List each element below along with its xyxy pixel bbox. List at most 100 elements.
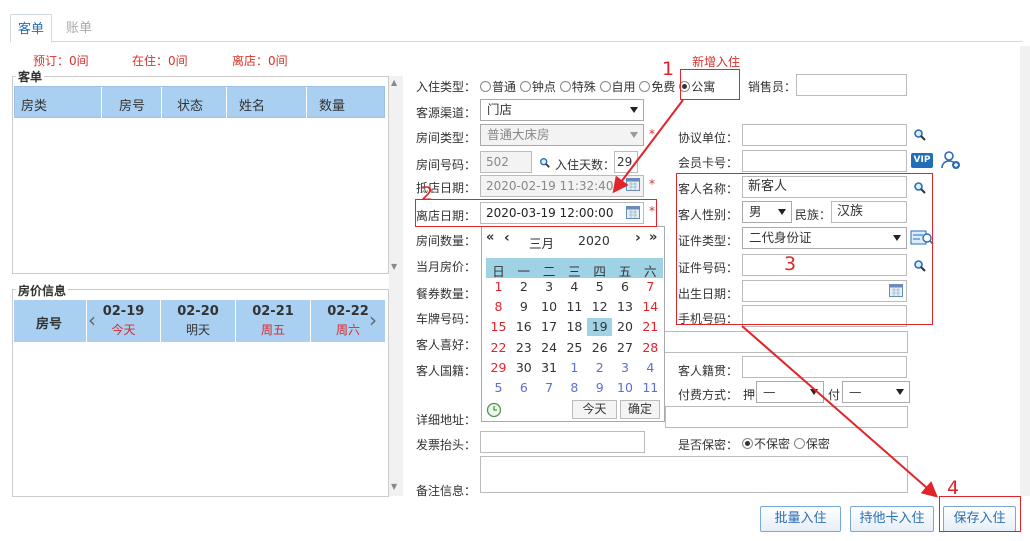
calendar-day[interactable]: 7 (638, 278, 663, 296)
price-day-3: 周五 (260, 323, 285, 337)
calendar-day[interactable]: 14 (638, 298, 663, 316)
calendar-day[interactable]: 5 (587, 278, 612, 296)
origin-input[interactable] (742, 356, 907, 378)
calendar-day[interactable]: 8 (562, 379, 587, 397)
prev-month-icon[interactable]: ‹ (504, 230, 510, 246)
checkin-type-label: 入住类型： (416, 80, 477, 94)
calendar-day[interactable]: 27 (613, 339, 638, 357)
calendar-ok-button[interactable]: 确定 (620, 400, 660, 419)
calendar-day[interactable]: 11 (638, 379, 663, 397)
next-year-icon[interactable]: » (649, 230, 657, 245)
radio-icon[interactable] (559, 81, 571, 92)
radio-icon[interactable] (599, 81, 611, 92)
calendar-day[interactable]: 1 (562, 359, 587, 377)
remark-label: 备注信息： (416, 484, 477, 498)
room-type-select[interactable]: 普通大床房 (480, 124, 644, 146)
channel-select[interactable]: 门店 (480, 99, 644, 121)
calendar-month[interactable]: 三月 (529, 233, 554, 252)
deposit-select[interactable]: — (756, 381, 824, 403)
calendar-day[interactable]: 20 (613, 318, 638, 336)
calendar-day[interactable]: 29 (486, 359, 511, 377)
calendar-day[interactable]: 26 (587, 339, 612, 357)
calendar-day[interactable]: 25 (562, 339, 587, 357)
calendar-day[interactable]: 5 (486, 379, 511, 397)
calendar-day-today[interactable]: 19 (587, 318, 613, 337)
calendar-day[interactable]: 13 (613, 298, 638, 316)
calendar-day[interactable]: 18 (562, 318, 587, 336)
price-day-1: 今天 (111, 323, 136, 337)
calendar-day[interactable]: 23 (511, 339, 536, 357)
calendar-day[interactable]: 7 (537, 379, 562, 397)
calendar-day[interactable]: 1 (486, 278, 511, 296)
confidential-group[interactable]: 不保密 保密 (742, 435, 830, 452)
radio-icon[interactable] (793, 438, 805, 449)
calendar-day[interactable]: 2 (587, 359, 612, 377)
add-user-icon[interactable] (940, 149, 962, 171)
invoice-input[interactable] (480, 431, 645, 453)
radio-selected-icon[interactable] (742, 438, 753, 449)
next-month-icon[interactable]: › (635, 230, 641, 246)
date-picker[interactable]: « ‹ 三月 2020 › » 日一二三四五六 1 2 3 4 5 6 7 8 9 10 11 12 1… (481, 226, 665, 422)
calendar-today-button[interactable]: 今天 (572, 400, 617, 419)
tab-bill[interactable]: 账单 (52, 14, 106, 43)
calendar-year[interactable]: 2020 (578, 233, 610, 248)
calendar-icon[interactable] (626, 178, 640, 191)
salesperson-input[interactable] (796, 74, 907, 96)
search-icon[interactable] (539, 157, 551, 169)
prev-year-icon[interactable]: « (486, 230, 494, 245)
page-scrollbar[interactable] (1020, 46, 1030, 496)
calendar-day[interactable]: 10 (537, 298, 562, 316)
batch-checkin-button[interactable]: 批量入住 (760, 506, 841, 532)
calendar-day[interactable]: 12 (587, 298, 612, 316)
calendar-day[interactable]: 4 (638, 359, 663, 377)
calendar-day[interactable]: 28 (638, 339, 663, 357)
clock-icon[interactable] (486, 402, 502, 418)
calendar-day[interactable]: 16 (511, 318, 536, 336)
price-day-2: 明天 (185, 323, 210, 337)
remark-textarea[interactable] (480, 456, 908, 493)
agreement-label: 协议单位： (678, 131, 739, 145)
calendar-day[interactable]: 2 (511, 278, 536, 296)
channel-value: 门店 (487, 102, 513, 117)
arrival-input[interactable]: 2020-02-19 11:32:40 (480, 175, 644, 197)
price-date-1: 02-19 (102, 304, 145, 319)
search-icon[interactable] (913, 128, 927, 142)
vip-icon[interactable]: VIP (911, 153, 933, 168)
calendar-day[interactable]: 9 (587, 379, 612, 397)
hobby-input[interactable] (660, 331, 908, 353)
calendar-day[interactable]: 8 (486, 298, 511, 316)
price-date-4: 02-22 (327, 304, 369, 319)
calendar-day[interactable]: 11 (562, 298, 587, 316)
stay-days-input[interactable]: 29 (614, 151, 638, 173)
address-input[interactable] (665, 406, 908, 428)
calendar-day[interactable]: 3 (537, 278, 562, 296)
calendar-day[interactable]: 4 (562, 278, 587, 296)
guest-panel-legend: 客单 (16, 68, 45, 85)
radio-icon[interactable] (639, 81, 651, 92)
calendar-day[interactable]: 9 (511, 298, 536, 316)
pay-prefix: 付 (828, 388, 841, 402)
calendar-day[interactable]: 6 (613, 278, 638, 296)
form-scrollbar[interactable] (389, 76, 403, 496)
radio-icon[interactable] (480, 81, 491, 92)
radio-icon[interactable] (519, 81, 531, 92)
room-no-input[interactable]: 502 (480, 151, 532, 173)
calendar-day[interactable]: 30 (511, 359, 536, 377)
col-room-no: 房号 (119, 99, 146, 114)
tab-bar: 客单 账单 (10, 12, 1022, 43)
pay-select[interactable]: — (842, 381, 910, 403)
calendar-day[interactable]: 31 (537, 359, 562, 377)
new-checkin-title: 新增入住 (692, 55, 741, 69)
calendar-day[interactable]: 22 (486, 339, 511, 357)
member-input[interactable] (742, 150, 907, 172)
agreement-input[interactable] (742, 124, 907, 146)
calendar-day[interactable]: 6 (511, 379, 536, 397)
calendar-day[interactable]: 15 (486, 318, 511, 336)
calendar-day[interactable]: 21 (638, 318, 663, 336)
calendar-day[interactable]: 10 (613, 379, 638, 397)
calendar-day[interactable]: 17 (537, 318, 562, 336)
tab-guest[interactable]: 客单 (10, 14, 52, 43)
other-card-checkin-button[interactable]: 持他卡入住 (850, 506, 934, 532)
calendar-day[interactable]: 3 (613, 359, 638, 377)
calendar-day[interactable]: 24 (537, 339, 562, 357)
